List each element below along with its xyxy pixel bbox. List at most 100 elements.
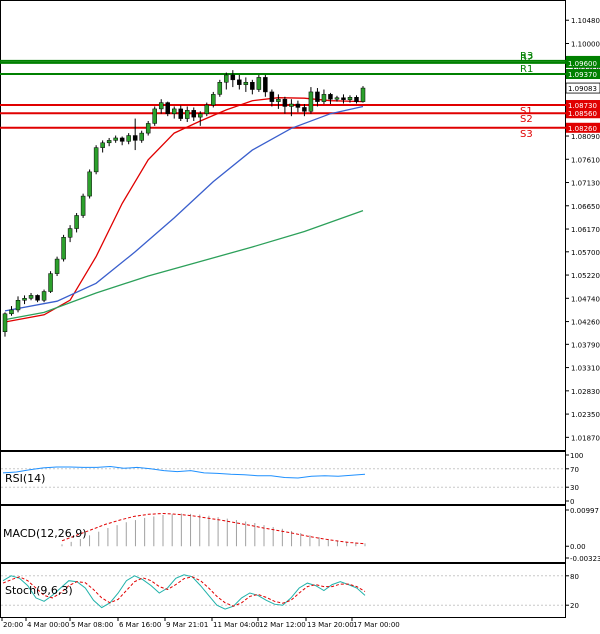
candle-body bbox=[295, 103, 301, 108]
candle-body bbox=[100, 142, 105, 148]
candle-body bbox=[119, 137, 125, 142]
candle-body bbox=[67, 228, 73, 238]
candle-body bbox=[54, 258, 60, 274]
candle-body bbox=[113, 137, 118, 141]
candle-body bbox=[106, 140, 112, 144]
price-tick-label: 1.07610 bbox=[571, 156, 600, 164]
candle-body bbox=[178, 108, 183, 119]
rsi-title: RSI(14) bbox=[5, 472, 45, 485]
price-tick-label: 1.06170 bbox=[571, 226, 600, 234]
candle-body bbox=[165, 102, 170, 114]
candle-body bbox=[276, 98, 281, 102]
candle-body bbox=[347, 97, 353, 100]
current-price-label: 1.09083 bbox=[568, 85, 597, 93]
macd-title: MACD(12,26,9) bbox=[3, 527, 87, 540]
candle-body bbox=[80, 195, 86, 216]
rsi-tick-label: 100 bbox=[570, 452, 583, 460]
price-tick-label: 1.07130 bbox=[571, 180, 600, 188]
candle-body bbox=[315, 91, 320, 102]
chart-canvas: 1.104801.100001.095201.090501.085701.080… bbox=[0, 0, 600, 629]
macd-tick-label: 0.00997 bbox=[570, 507, 599, 515]
price-tick-label: 1.05220 bbox=[571, 272, 600, 280]
macd-tick-label: 0.00 bbox=[570, 543, 586, 551]
pivot-price-label: 1.09600 bbox=[568, 60, 597, 68]
candle-body bbox=[354, 97, 359, 102]
x-tick-label: 13 Mar 20:00 bbox=[307, 621, 354, 629]
candle-body bbox=[282, 98, 288, 107]
candle-body bbox=[15, 299, 21, 311]
x-tick-label: 17 Mar 00:00 bbox=[353, 621, 400, 629]
candle-body bbox=[269, 91, 275, 102]
price-tick-label: 1.08090 bbox=[571, 133, 600, 141]
candle-body bbox=[2, 313, 8, 332]
x-tick-label: 11 Mar 04:00 bbox=[213, 621, 260, 629]
price-tick-label: 1.01870 bbox=[571, 434, 600, 442]
candle-body bbox=[48, 273, 53, 292]
candle-body bbox=[9, 309, 14, 315]
price-tick-label: 1.05700 bbox=[571, 249, 600, 257]
candle-body bbox=[224, 74, 229, 83]
candle-body bbox=[237, 79, 242, 85]
candle-body bbox=[185, 110, 190, 119]
pivot-name-s3: S3 bbox=[520, 129, 533, 140]
x-tick-label: 12 Mar 12:00 bbox=[259, 621, 306, 629]
x-tick-label: 9 Mar 21:01 bbox=[166, 621, 208, 629]
stoch-panel-frame bbox=[0, 563, 566, 618]
x-tick-label: 6 Mar 16:00 bbox=[119, 621, 161, 629]
candle-body bbox=[341, 97, 346, 100]
stoch-tick-label: 20 bbox=[570, 602, 579, 610]
candle-body bbox=[328, 94, 333, 100]
candle-body bbox=[152, 108, 157, 124]
pivot-name-r1: R1 bbox=[520, 64, 533, 75]
candle-body bbox=[321, 94, 327, 102]
candle-body bbox=[302, 107, 307, 112]
rsi-tick-label: 70 bbox=[570, 466, 579, 474]
candle-body bbox=[74, 215, 79, 229]
candle-body bbox=[250, 81, 255, 90]
candle-body bbox=[61, 237, 66, 260]
pivot-price-label: 1.08560 bbox=[568, 110, 597, 118]
candle-body bbox=[41, 291, 47, 301]
price-tick-label: 1.04740 bbox=[571, 295, 600, 303]
rsi-tick-label: 30 bbox=[570, 484, 579, 492]
stoch-tick-label: 80 bbox=[570, 573, 579, 581]
rsi-tick-label: 0 bbox=[570, 498, 574, 506]
price-tick-label: 1.03310 bbox=[571, 365, 600, 373]
price-panel-frame bbox=[0, 0, 566, 451]
x-tick-label: 4 Mar 00:00 bbox=[27, 621, 69, 629]
candle-body bbox=[217, 81, 223, 95]
candle-body bbox=[35, 295, 40, 301]
price-tick-label: 1.03790 bbox=[571, 341, 600, 349]
candle-body bbox=[87, 171, 92, 197]
price-tick-label: 1.02830 bbox=[571, 388, 600, 396]
price-tick-label: 1.04260 bbox=[571, 319, 600, 327]
candle-body bbox=[126, 135, 131, 142]
x-tick-label: 20:00 bbox=[3, 621, 23, 629]
stoch-title: Stoch(9,6,3) bbox=[5, 584, 73, 597]
pivot-name-r2: R2 bbox=[520, 53, 533, 64]
pivot-price-label: 1.09370 bbox=[568, 71, 597, 79]
candle-body bbox=[139, 132, 144, 141]
candle-body bbox=[198, 113, 203, 118]
candle-body bbox=[191, 110, 197, 118]
pivot-name-s2: S2 bbox=[520, 114, 533, 125]
candle-body bbox=[308, 91, 314, 112]
candle-body bbox=[22, 298, 27, 301]
rsi-panel-frame bbox=[0, 451, 566, 505]
candle-body bbox=[243, 81, 249, 85]
pivot-price-label: 1.08260 bbox=[568, 125, 597, 133]
chart-window: 1.104801.100001.095201.090501.085701.080… bbox=[0, 0, 600, 630]
candle-body bbox=[230, 74, 236, 81]
price-tick-label: 1.02350 bbox=[571, 411, 600, 419]
macd-tick-label: -0.003235 bbox=[570, 555, 600, 563]
price-tick-label: 1.06650 bbox=[571, 203, 600, 211]
price-tick-label: 1.10000 bbox=[571, 40, 600, 48]
candle-body bbox=[171, 108, 177, 114]
candle-body bbox=[158, 102, 164, 110]
candle-body bbox=[360, 87, 366, 102]
x-tick-label: 5 Mar 08:00 bbox=[71, 621, 113, 629]
candle-body bbox=[263, 77, 268, 93]
candle-body bbox=[28, 295, 34, 299]
price-tick-label: 1.10480 bbox=[571, 17, 600, 25]
candle-body bbox=[145, 123, 151, 134]
